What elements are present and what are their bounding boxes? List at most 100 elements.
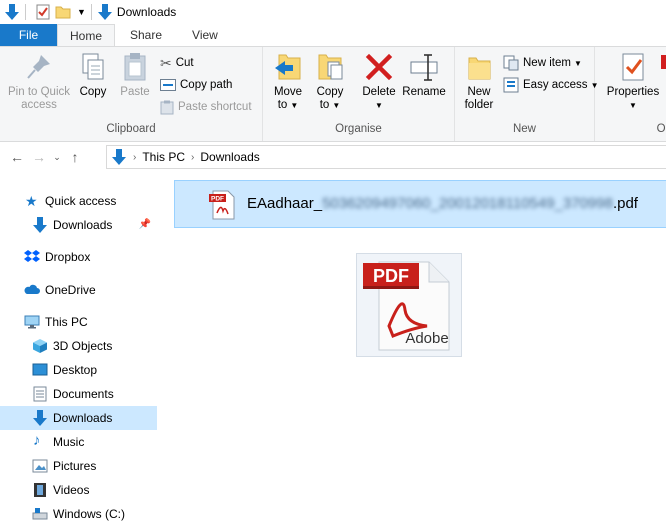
delete-button[interactable]: Delete ▼ [359,51,399,112]
move-to-button[interactable]: Move to ▼ [269,51,307,112]
nav-label: Dropbox [45,250,91,264]
dropbox-icon [24,250,40,262]
nav-documents[interactable]: Documents [0,382,157,406]
navigation-pane: ★ Quick access Downloads 📌 Dropbox OneDr… [0,172,157,526]
nav-pictures[interactable]: Pictures [0,454,157,478]
recent-locations-chevron-icon[interactable]: ⌄ [50,152,64,163]
ribbon: Pin to Quick access Copy Paste ✂ Cut Cop… [0,46,666,142]
copy-icon [82,53,104,80]
nav-music[interactable]: ♪ Music [0,430,157,454]
cut-button[interactable]: ✂ Cut [160,53,194,73]
cube-icon [33,339,47,353]
new-folder-icon[interactable] [55,4,71,20]
tab-share[interactable]: Share [115,24,177,46]
new-folder-button[interactable]: New folder [461,51,497,112]
copy-to-button[interactable]: Copy to ▼ [311,51,349,112]
breadcrumb-this-pc[interactable]: This PC [142,150,185,164]
new-item-button[interactable]: New item ▼ [503,53,582,73]
nav-quick-access[interactable]: ★ Quick access [0,189,157,213]
tab-home[interactable]: Home [57,24,115,46]
nav-label: Windows (C:) [53,507,126,521]
nav-dropbox[interactable]: Dropbox [0,245,157,269]
paste-icon [124,53,146,81]
nav-label: Quick access [45,194,117,208]
pin-label: Pin to Quick [8,86,70,98]
easy-access-button[interactable]: Easy access ▼ [503,75,598,95]
properties-check-icon[interactable] [35,4,51,20]
pin-to-quick-access-button[interactable]: Pin to Quick access [4,51,74,112]
back-arrow-icon[interactable]: ← [6,149,28,165]
adobe-pdf-preview-icon: PDF Adobe [363,261,450,351]
copy-to-icon [318,54,343,80]
nav-windows-c[interactable]: Windows (C:) [0,502,157,526]
downloads-arrow-icon [112,149,126,165]
address-box[interactable]: › This PC › Downloads [106,145,666,169]
nav-this-pc[interactable]: This PC [0,310,157,334]
rename-button[interactable]: Rename [401,51,447,99]
copy-path-button[interactable]: Copy path [160,75,232,95]
paste-shortcut-label: Paste shortcut [178,101,252,113]
paste-shortcut-button[interactable]: Paste shortcut [160,97,252,117]
forward-arrow-icon[interactable]: → [28,149,50,165]
easy-access-icon [503,77,519,93]
pin-icon [27,55,50,79]
properties-button[interactable]: Properties ▼ [605,51,661,112]
properties-icon [622,53,644,81]
nav-downloads-pinned[interactable]: Downloads 📌 [0,213,157,237]
down-arrow-icon[interactable] [4,4,20,20]
breadcrumb-downloads[interactable]: Downloads [200,150,259,164]
video-film-icon [34,483,46,497]
pictures-icon [32,459,48,473]
organise-group: Move to ▼ Copy to ▼ Delete ▼ Rename Orga… [263,47,455,141]
file-name-prefix: EAadhaar_ [247,195,323,212]
nav-downloads[interactable]: Downloads [0,406,157,430]
new-group-label: New [512,123,536,135]
breadcrumb-separator-icon[interactable]: › [191,152,194,163]
new-folder-label: New [467,86,491,98]
paste-button[interactable]: Paste [118,51,152,99]
nav-label: Documents [53,387,114,401]
new-item-label: New item [523,57,571,69]
delete-x-icon [365,53,393,81]
paste-shortcut-icon [160,100,174,114]
new-folder-icon [468,57,491,80]
file-name-redacted: 5036209497060_20012018110549_370998 [322,195,613,212]
new-item-icon [503,55,519,71]
nav-label: OneDrive [45,283,96,297]
nav-label: Music [53,435,85,449]
copy-button[interactable]: Copy [76,51,110,99]
rename-label: Rename [402,86,446,98]
move-to-label: Move [273,86,303,98]
chevron-down-icon: ▼ [629,101,637,110]
nav-3d-objects[interactable]: 3D Objects [0,334,157,358]
open-group: Properties ▼ Op [595,47,666,141]
up-arrow-icon[interactable]: ↑ [64,149,86,165]
new-folder-label-2: folder [464,99,494,111]
pdf-file-icon: PDF [209,190,235,220]
nav-desktop[interactable]: Desktop [0,358,157,382]
preview-badge: PDF [373,266,409,286]
svg-text:PDF: PDF [211,196,224,203]
nav-videos[interactable]: Videos [0,478,157,502]
copy-to-label-2: to [319,99,330,111]
desktop-icon [32,363,48,376]
paste-label: Paste [120,86,150,98]
qat-dropdown-icon[interactable]: ▼ [77,7,86,17]
nav-label: Videos [53,483,90,497]
breadcrumb-separator-icon[interactable]: › [133,152,136,163]
chevron-down-icon: ▼ [573,58,582,68]
nav-onedrive[interactable]: OneDrive [0,278,157,302]
cloud-icon [24,284,40,294]
drive-icon [32,508,48,520]
tab-view[interactable]: View [177,24,233,46]
qat-divider [25,4,26,20]
tab-file[interactable]: File [0,24,57,46]
file-list-area: PDF EAadhaar_5036209497060_2001201811054… [157,172,666,526]
open-icon-partial [661,55,666,69]
file-item-selected[interactable]: PDF EAadhaar_5036209497060_2001201811054… [174,180,666,228]
nav-label: Desktop [53,363,98,377]
downloads-arrow-icon [33,217,47,233]
copy-label: Copy [79,86,107,98]
clipboard-group: Pin to Quick access Copy Paste ✂ Cut Cop… [0,47,263,141]
clipboard-group-label: Clipboard [106,123,156,135]
